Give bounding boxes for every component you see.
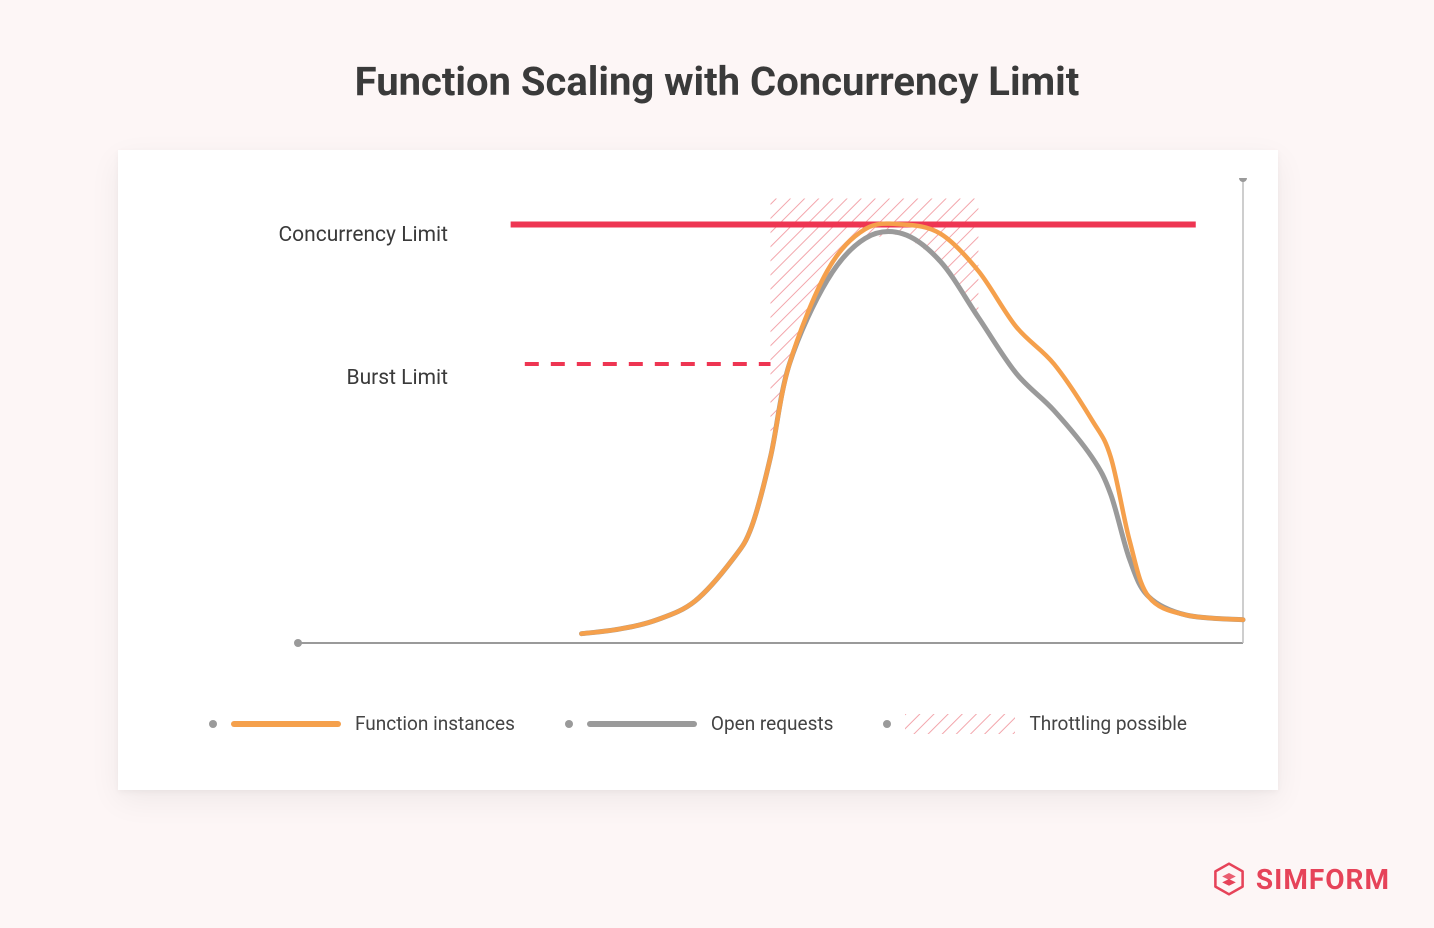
chart-title: Function Scaling with Concurrency Limit xyxy=(0,58,1434,105)
open-requests-curve xyxy=(582,232,1244,634)
brand-logo: SIMFORM xyxy=(1212,862,1390,896)
bullet-icon xyxy=(209,720,217,728)
function-instances-curve xyxy=(582,224,1244,634)
legend-swatch-hatch xyxy=(905,714,1015,734)
legend-label: Function instances xyxy=(355,712,515,735)
chart-svg xyxy=(188,178,1248,688)
legend-item-open-requests: Open requests xyxy=(565,712,834,735)
chart-plot-area: Concurrency Limit Burst Limit xyxy=(188,178,1248,688)
legend-item-throttling: Throttling possible xyxy=(883,712,1187,735)
legend-swatch-gray-line xyxy=(587,721,697,727)
simform-logo-icon xyxy=(1212,862,1246,896)
chart-legend: Function instances Open requests Throttl… xyxy=(188,712,1208,735)
bullet-icon xyxy=(565,720,573,728)
chart-card: Concurrency Limit Burst Limit Function i… xyxy=(118,150,1278,790)
legend-item-function-instances: Function instances xyxy=(209,712,515,735)
legend-label: Open requests xyxy=(711,712,834,735)
legend-label: Throttling possible xyxy=(1029,712,1187,735)
brand-name: SIMFORM xyxy=(1256,863,1390,896)
axis-top-right-dot xyxy=(1239,178,1247,182)
bullet-icon xyxy=(883,720,891,728)
concurrency-limit-label: Concurrency Limit xyxy=(178,223,448,247)
legend-swatch-orange-line xyxy=(231,721,341,727)
burst-limit-label: Burst Limit xyxy=(178,366,448,390)
page: Function Scaling with Concurrency Limit … xyxy=(0,0,1434,928)
